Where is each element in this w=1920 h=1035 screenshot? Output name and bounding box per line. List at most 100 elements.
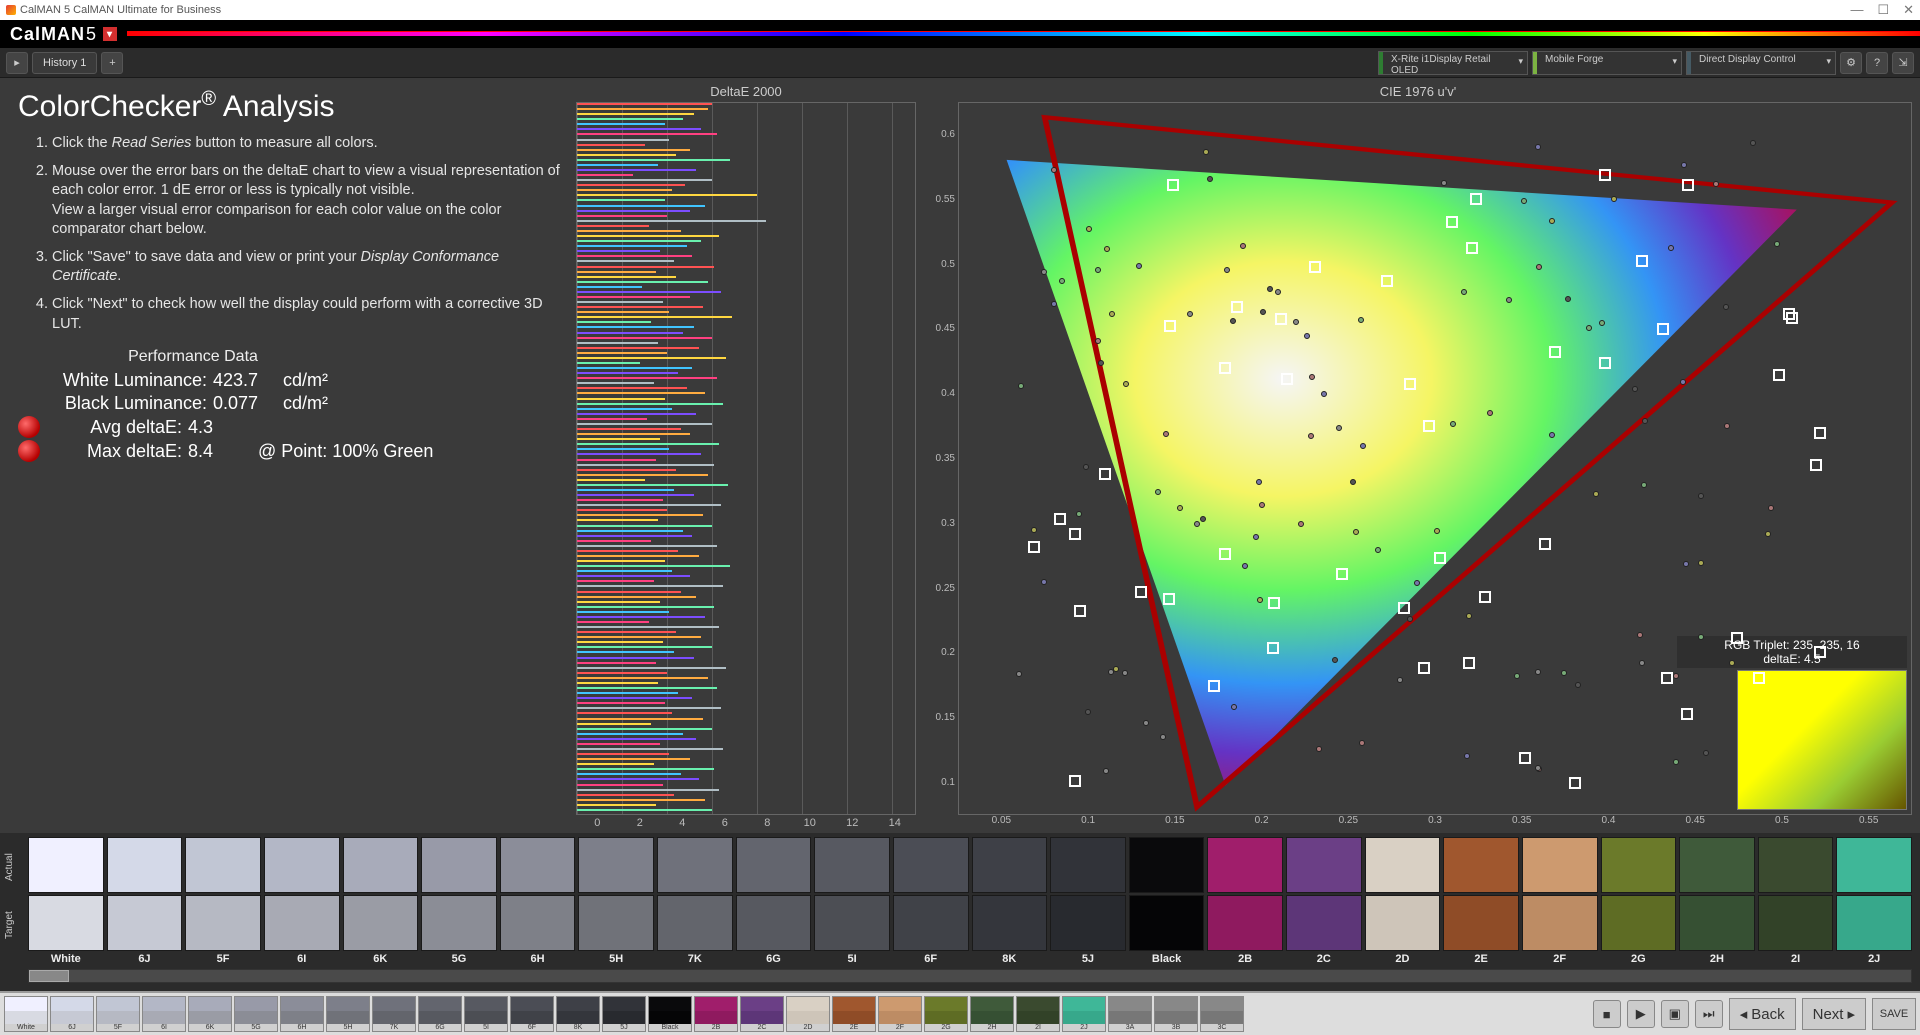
play-button[interactable]: ▶ [1627,1000,1655,1028]
mini-swatch[interactable]: 2J [1062,996,1106,1032]
deltae-plot[interactable] [576,102,916,815]
mini-swatch[interactable]: 2D [786,996,830,1032]
mini-swatch[interactable]: 7K [372,996,416,1032]
swatch-target[interactable] [264,895,340,951]
mini-swatch[interactable]: 2C [740,996,784,1032]
mini-swatch[interactable]: 6J [50,996,94,1032]
swatch-target[interactable] [1365,895,1441,951]
swatch-target[interactable] [1050,895,1126,951]
swatch-target[interactable] [1758,895,1834,951]
swatch-target[interactable] [1601,895,1677,951]
mini-swatch[interactable]: 3C [1200,996,1244,1032]
mini-swatch[interactable]: 5G [234,996,278,1032]
play-button[interactable]: ▸ [6,52,28,74]
swatch-actual[interactable] [185,837,261,893]
swatch-target[interactable] [1522,895,1598,951]
swatch-target[interactable] [814,895,890,951]
mini-swatch[interactable]: Black [648,996,692,1032]
swatch-actual[interactable] [814,837,890,893]
settings-button[interactable]: ⚙ [1840,52,1862,74]
swatch-actual[interactable] [500,837,576,893]
scrollbar-thumb[interactable] [29,970,69,982]
swatch-actual[interactable] [972,837,1048,893]
mini-swatch[interactable]: 5H [326,996,370,1032]
swatch-target[interactable] [1207,895,1283,951]
history-tab[interactable]: History 1 [32,52,97,74]
mini-swatch[interactable]: 2I [1016,996,1060,1032]
save-button[interactable]: SAVE [1872,998,1916,1030]
swatch-actual[interactable] [1443,837,1519,893]
mini-swatch[interactable]: 6H [280,996,324,1032]
comparator-scrollbar[interactable] [28,969,1912,983]
close-icon[interactable]: ✕ [1903,2,1914,18]
swatch-actual[interactable] [736,837,812,893]
back-button[interactable]: ◂ Back [1729,998,1796,1030]
swatch-actual[interactable] [28,837,104,893]
swatch-actual[interactable] [1836,837,1912,893]
swatch-actual[interactable] [1679,837,1755,893]
swatch-target[interactable] [1286,895,1362,951]
swatch-actual[interactable] [421,837,497,893]
swatch-target[interactable] [28,895,104,951]
swatch-target[interactable] [1129,895,1205,951]
swatch-actual[interactable] [1286,837,1362,893]
mini-swatch[interactable]: 3A [1108,996,1152,1032]
swatch-target[interactable] [578,895,654,951]
swatch-target[interactable] [736,895,812,951]
swatch-label: 2H [1679,953,1755,965]
device-dropdown[interactable]: X-Rite i1Display RetailOLED▾ [1378,51,1528,75]
mini-swatch[interactable]: White [4,996,48,1032]
mini-swatch[interactable]: 5J [602,996,646,1032]
help-button[interactable]: ? [1866,52,1888,74]
swatch-actual[interactable] [1050,837,1126,893]
stop-button[interactable]: ■ [1593,1000,1621,1028]
swatch-actual[interactable] [343,837,419,893]
swatch-actual[interactable] [264,837,340,893]
mini-swatch[interactable]: 3B [1154,996,1198,1032]
swatch-target[interactable] [1836,895,1912,951]
next-button[interactable]: Next ▸ [1802,998,1866,1030]
swatch-target[interactable] [972,895,1048,951]
swatch-actual[interactable] [893,837,969,893]
mini-swatch[interactable]: 5I [464,996,508,1032]
cie-plot[interactable]: RGB Triplet: 235, 235, 16 deltaE: 4.5 [958,102,1912,815]
mini-swatch[interactable]: 6K [188,996,232,1032]
swatch-actual[interactable] [107,837,183,893]
mini-swatch[interactable]: 8K [556,996,600,1032]
read-series-button[interactable]: ⏭ [1695,1000,1723,1028]
swatch-actual[interactable] [1522,837,1598,893]
swatch-actual[interactable] [1365,837,1441,893]
swatch-target[interactable] [893,895,969,951]
read-continuous-button[interactable]: ▣ [1661,1000,1689,1028]
mini-swatch[interactable]: 2H [970,996,1014,1032]
mini-swatch[interactable]: 6F [510,996,554,1032]
swatch-target[interactable] [343,895,419,951]
swatch-target[interactable] [500,895,576,951]
swatch-target[interactable] [1443,895,1519,951]
mini-swatch[interactable]: 5F [96,996,140,1032]
swatch-target[interactable] [107,895,183,951]
mini-swatch[interactable]: 6G [418,996,462,1032]
maximize-icon[interactable]: ☐ [1877,2,1889,18]
swatch-actual[interactable] [1758,837,1834,893]
mini-swatch[interactable]: 2E [832,996,876,1032]
swatch-actual[interactable] [1129,837,1205,893]
minimize-icon[interactable]: — [1850,2,1863,18]
swatch-actual[interactable] [1601,837,1677,893]
mini-swatch[interactable]: 2B [694,996,738,1032]
swatch-actual[interactable] [657,837,733,893]
swatch-actual[interactable] [1207,837,1283,893]
add-tab-button[interactable]: + [101,52,123,74]
swatch-target[interactable] [421,895,497,951]
swatch-target[interactable] [657,895,733,951]
mini-swatch[interactable]: 6I [142,996,186,1032]
mini-swatch[interactable]: 2F [878,996,922,1032]
device-dropdown[interactable]: Mobile Forge▾ [1532,51,1682,75]
device-dropdown[interactable]: Direct Display Control▾ [1686,51,1836,75]
expand-button[interactable]: ⇲ [1892,52,1914,74]
swatch-target[interactable] [1679,895,1755,951]
brand-menu-dropdown[interactable] [103,27,117,41]
swatch-actual[interactable] [578,837,654,893]
mini-swatch[interactable]: 2G [924,996,968,1032]
swatch-target[interactable] [185,895,261,951]
